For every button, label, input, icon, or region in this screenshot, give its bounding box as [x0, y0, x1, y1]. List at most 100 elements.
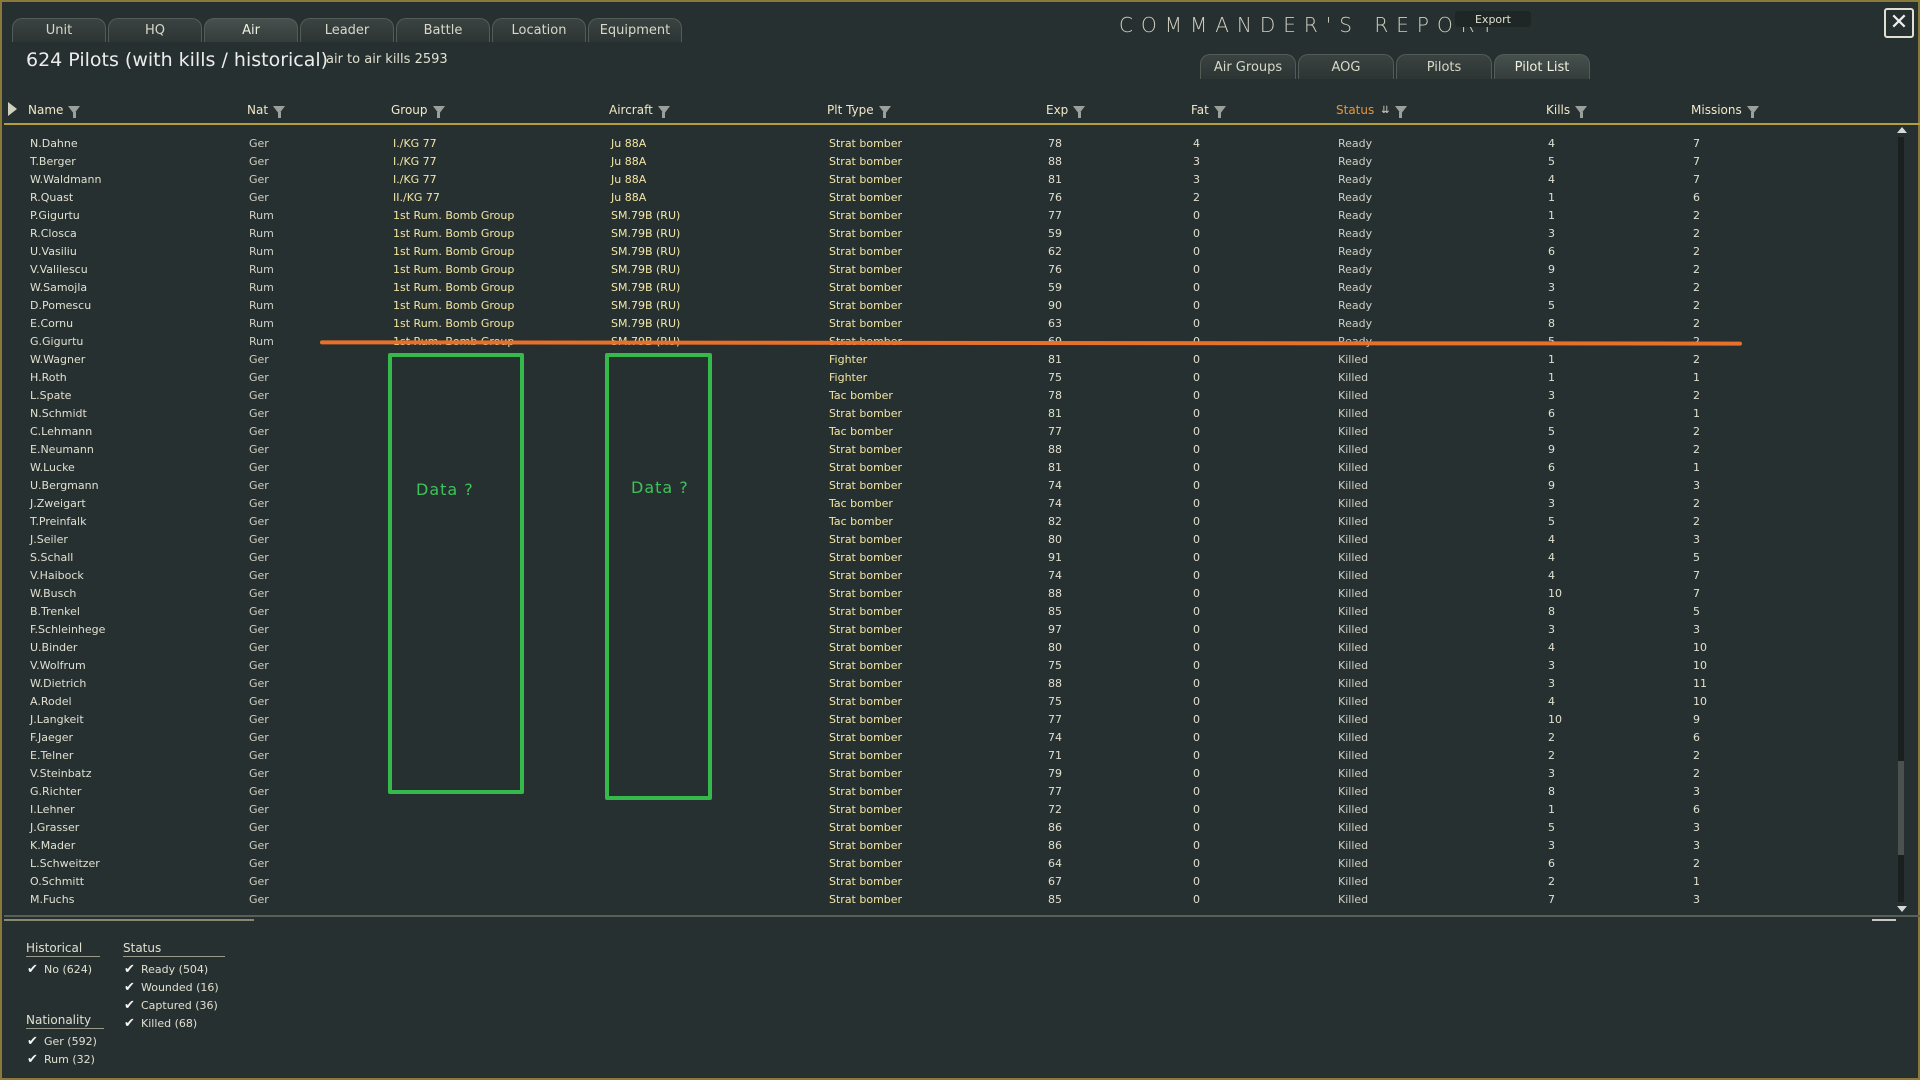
table-row[interactable]: E.Neumann Ger Strat bomber 88 0 Killed 9 2 [4, 441, 1896, 459]
filter-icon[interactable] [1394, 106, 1407, 118]
checkbox-icon[interactable]: ✔ [26, 1052, 39, 1067]
column-header-status[interactable]: Status ⇊ [1336, 102, 1407, 118]
table-row[interactable]: R.Closca Rum 1st Rum. Bomb Group SM.79B (RU… [4, 225, 1896, 243]
table-row[interactable]: W.Lucke Ger Strat bomber 81 0 Killed 6 1 [4, 459, 1896, 477]
filter-option[interactable]: ✔ Ger (592) [26, 1032, 104, 1050]
table-row[interactable]: U.Binder Ger Strat bomber 80 0 Killed 4 10 [4, 639, 1896, 657]
tab-pilot-list[interactable]: Pilot List [1494, 54, 1590, 79]
column-header-plt-type[interactable]: Plt Type [827, 102, 891, 118]
checkbox-icon[interactable]: ✔ [123, 962, 136, 977]
scroll-up-icon[interactable] [1897, 127, 1907, 133]
filter-option[interactable]: ✔ Captured (36) [123, 996, 225, 1014]
table-row[interactable]: U.Bergmann Ger Strat bomber 74 0 Killed 9 3 [4, 477, 1896, 495]
table-row[interactable]: N.Dahne Ger I./KG 77 Ju 88A Strat bomber 78 4 R… [4, 135, 1896, 153]
table-row[interactable]: F.Batz Ger Strat bomber 87 0 Killed 2 6 [4, 909, 1896, 912]
column-header-exp[interactable]: Exp [1046, 102, 1086, 118]
filter-icon[interactable] [273, 106, 286, 118]
horizontal-scrollbar-thumb[interactable] [4, 919, 254, 921]
tab-air[interactable]: Air [204, 18, 298, 42]
tab-aog[interactable]: AOG [1298, 54, 1394, 79]
column-header-name[interactable]: Name [28, 102, 81, 118]
table-row[interactable]: W.Dietrich Ger Strat bomber 88 0 Killed 3 11 [4, 675, 1896, 693]
tab-location[interactable]: Location [492, 18, 586, 42]
table-row[interactable]: L.Schweitzer Ger Strat bomber 64 0 Killed 6 2 [4, 855, 1896, 873]
tab-equipment[interactable]: Equipment [588, 18, 682, 42]
checkbox-icon[interactable]: ✔ [26, 962, 39, 977]
table-row[interactable]: O.Schmitt Ger Strat bomber 67 0 Killed 2 1 [4, 873, 1896, 891]
table-row[interactable]: V.Steinbatz Ger Strat bomber 79 0 Killed 3 2 [4, 765, 1896, 783]
tab-unit[interactable]: Unit [12, 18, 106, 42]
filter-icon[interactable] [432, 106, 445, 118]
table-row[interactable]: W.Samojla Rum 1st Rum. Bomb Group SM.79B (R… [4, 279, 1896, 297]
sort-descending-icon[interactable]: ⇊ [1381, 105, 1389, 116]
scroll-down-icon[interactable] [1897, 906, 1907, 912]
filter-icon[interactable] [1746, 106, 1759, 118]
filter-option[interactable]: ✔ Rum (32) [26, 1050, 104, 1068]
tab-leader[interactable]: Leader [300, 18, 394, 42]
table-row[interactable]: W.Waldmann Ger I./KG 77 Ju 88A Strat bomber 8… [4, 171, 1896, 189]
cell-fat: 0 [1193, 353, 1200, 366]
table-row[interactable]: M.Fuchs Ger Strat bomber 85 0 Killed 7 3 [4, 891, 1896, 909]
filter-option[interactable]: ✔ No (624) [26, 960, 100, 978]
table-row[interactable]: E.Telner Ger Strat bomber 71 0 Killed 2 2 [4, 747, 1896, 765]
filter-option[interactable]: ✔ Killed (68) [123, 1014, 225, 1032]
table-row[interactable]: A.Rodel Ger Strat bomber 75 0 Killed 4 10 [4, 693, 1896, 711]
tab-air-groups[interactable]: Air Groups [1200, 54, 1296, 79]
table-row[interactable]: W.Busch Ger Strat bomber 88 0 Killed 10 7 [4, 585, 1896, 603]
tab-pilots[interactable]: Pilots [1396, 54, 1492, 79]
table-row[interactable]: R.Quast Ger II./KG 77 Ju 88A Strat bomber 76 2… [4, 189, 1896, 207]
table-row[interactable]: C.Lehmann Ger Tac bomber 77 0 Killed 5 2 [4, 423, 1896, 441]
table-row[interactable]: B.Trenkel Ger Strat bomber 85 0 Killed 8 5 [4, 603, 1896, 621]
tab-hq[interactable]: HQ [108, 18, 202, 42]
filter-icon[interactable] [878, 106, 891, 118]
tab-battle[interactable]: Battle [396, 18, 490, 42]
table-row[interactable]: I.Lehner Ger Strat bomber 72 0 Killed 1 6 [4, 801, 1896, 819]
column-header-nat[interactable]: Nat [247, 102, 286, 118]
filter-option[interactable]: ✔ Ready (504) [123, 960, 225, 978]
close-icon[interactable]: ✕ [1884, 8, 1914, 38]
table-row[interactable]: V.Valilescu Rum 1st Rum. Bomb Group SM.79B … [4, 261, 1896, 279]
table-row[interactable]: J.Grasser Ger Strat bomber 86 0 Killed 5 3 [4, 819, 1896, 837]
column-header-group[interactable]: Group [391, 102, 445, 118]
checkbox-icon[interactable]: ✔ [123, 980, 136, 995]
table-row[interactable]: V.Haibock Ger Strat bomber 74 0 Killed 4 7 [4, 567, 1896, 585]
table-row[interactable]: N.Schmidt Ger Strat bomber 81 0 Killed 6 1 [4, 405, 1896, 423]
filter-icon[interactable] [657, 106, 670, 118]
column-header-kills[interactable]: Kills [1546, 102, 1588, 118]
expand-arrow-icon[interactable] [8, 102, 17, 116]
table-row[interactable]: P.Gigurtu Rum 1st Rum. Bomb Group SM.79B (R… [4, 207, 1896, 225]
table-row[interactable]: T.Berger Ger I./KG 77 Ju 88A Strat bomber 88 3… [4, 153, 1896, 171]
table-row[interactable]: H.Roth Ger Fighter 75 0 Killed 1 1 [4, 369, 1896, 387]
export-button[interactable]: Export [1455, 11, 1531, 27]
table-row[interactable]: U.Vasiliu Rum 1st Rum. Bomb Group SM.79B (R… [4, 243, 1896, 261]
checkbox-icon[interactable]: ✔ [123, 1016, 136, 1031]
table-row[interactable]: W.Wagner Ger Fighter 81 0 Killed 1 2 [4, 351, 1896, 369]
horizontal-scrollbar-end[interactable] [1872, 919, 1896, 921]
cell-kills: 4 [1548, 641, 1555, 654]
column-header-aircraft[interactable]: Aircraft [609, 102, 670, 118]
table-row[interactable]: L.Spate Ger Tac bomber 78 0 Killed 3 2 [4, 387, 1896, 405]
checkbox-icon[interactable]: ✔ [26, 1034, 39, 1049]
table-row[interactable]: J.Zweigart Ger Tac bomber 74 0 Killed 3 2 [4, 495, 1896, 513]
table-row[interactable]: J.Seiler Ger Strat bomber 80 0 Killed 4 3 [4, 531, 1896, 549]
vertical-scrollbar[interactable] [1896, 125, 1908, 914]
table-row[interactable]: G.Richter Ger Strat bomber 77 0 Killed 8 3 [4, 783, 1896, 801]
table-row[interactable]: T.Preinfalk Ger Tac bomber 82 0 Killed 5 2 [4, 513, 1896, 531]
column-header-fat[interactable]: Fat [1191, 102, 1226, 118]
scroll-thumb[interactable] [1898, 761, 1904, 855]
column-header-missions[interactable]: Missions [1691, 102, 1759, 118]
table-row[interactable]: F.Schleinhege Ger Strat bomber 97 0 Killed 3 3 [4, 621, 1896, 639]
filter-icon[interactable] [68, 106, 81, 118]
checkbox-icon[interactable]: ✔ [123, 998, 136, 1013]
table-row[interactable]: K.Mader Ger Strat bomber 86 0 Killed 3 3 [4, 837, 1896, 855]
table-row[interactable]: E.Cornu Rum 1st Rum. Bomb Group SM.79B (RU)… [4, 315, 1896, 333]
filter-icon[interactable] [1575, 106, 1588, 118]
filter-icon[interactable] [1213, 106, 1226, 118]
table-row[interactable]: V.Wolfrum Ger Strat bomber 75 0 Killed 3 10 [4, 657, 1896, 675]
table-row[interactable]: S.Schall Ger Strat bomber 91 0 Killed 4 5 [4, 549, 1896, 567]
table-row[interactable]: D.Pomescu Rum 1st Rum. Bomb Group SM.79B (R… [4, 297, 1896, 315]
filter-icon[interactable] [1073, 106, 1086, 118]
filter-option[interactable]: ✔ Wounded (16) [123, 978, 225, 996]
table-row[interactable]: J.Langkeit Ger Strat bomber 77 0 Killed 10 9 [4, 711, 1896, 729]
table-row[interactable]: F.Jaeger Ger Strat bomber 74 0 Killed 2 6 [4, 729, 1896, 747]
